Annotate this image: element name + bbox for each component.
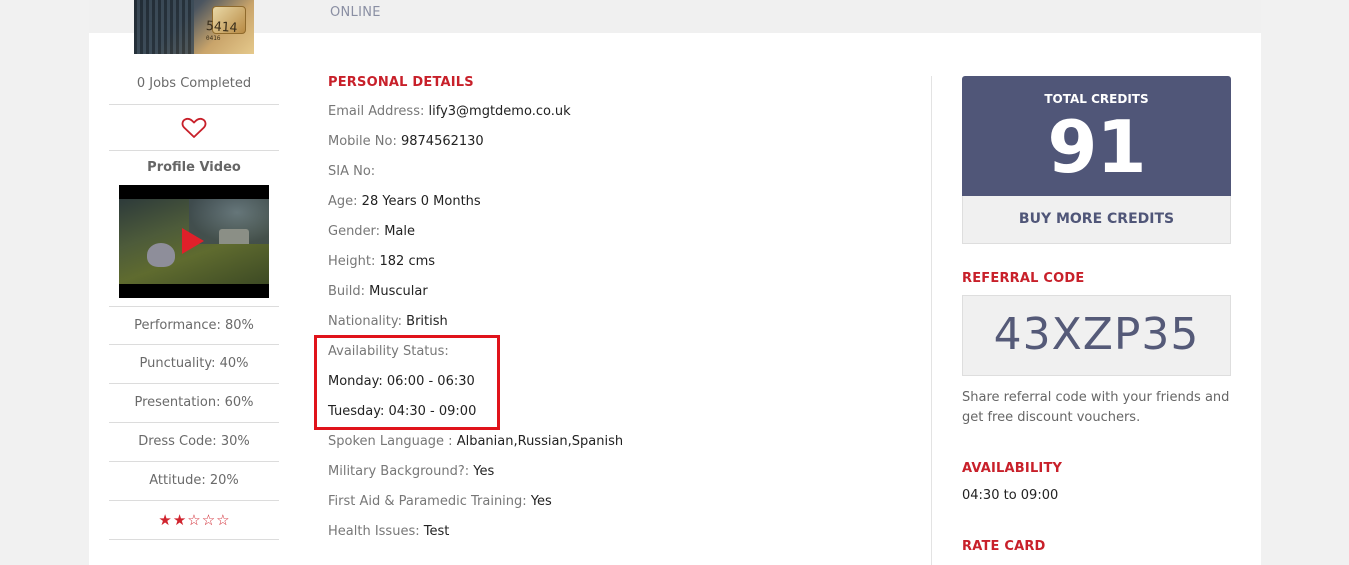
avatar-card-sub: 0416 [206, 35, 221, 42]
build-value: Muscular [369, 284, 428, 299]
military-value: Yes [473, 464, 495, 479]
health-label: Health Issues: [328, 524, 420, 539]
heart-icon [181, 117, 207, 138]
detail-military: Military Background?: Yes [328, 464, 494, 479]
detail-language: Spoken Language : Albanian,Russian,Spani… [328, 434, 623, 449]
detail-availability: Availability Status: [328, 344, 449, 359]
nationality-label: Nationality: [328, 314, 403, 329]
star-rating: ★ ★ ☆ ☆ ☆ [109, 501, 279, 540]
rating-presentation: Presentation: 60% [109, 384, 279, 423]
detail-age: Age: 28 Years 0 Months [328, 194, 481, 209]
email-label: Email Address: [328, 104, 425, 119]
gender-label: Gender: [328, 224, 381, 239]
rating-performance: Performance: 80% [109, 306, 279, 345]
play-icon[interactable] [182, 228, 204, 254]
profile-avatar: 5414 0416 [134, 0, 254, 54]
detail-first-aid: First Aid & Paramedic Training: Yes [328, 494, 552, 509]
nationality-value: British [406, 314, 448, 329]
availability-monday: Monday: 06:00 - 06:30 [328, 374, 475, 389]
mobile-label: Mobile No: [328, 134, 397, 149]
personal-details-title: PERSONAL DETAILS [328, 75, 474, 90]
rating-dress-code: Dress Code: 30% [109, 423, 279, 462]
total-credits-label: TOTAL CREDITS [1044, 92, 1149, 106]
language-value: Albanian,Russian,Spanish [456, 434, 624, 449]
first-aid-label: First Aid & Paramedic Training: [328, 494, 527, 509]
age-label: Age: [328, 194, 358, 209]
profile-video-title: Profile Video [147, 160, 241, 175]
availability-status-label: Availability Status: [328, 344, 449, 359]
referral-note: Share referral code with your friends an… [962, 390, 1230, 425]
favorite-button[interactable] [109, 105, 279, 151]
mobile-value: 9874562130 [400, 134, 484, 149]
profile-sidebar: 0 Jobs Completed [109, 64, 279, 151]
star-icon-5: ☆ [216, 510, 230, 529]
total-credits-value: 91 [1047, 105, 1146, 189]
build-label: Build: [328, 284, 366, 299]
star-icon-4: ☆ [201, 510, 216, 529]
detail-height: Height: 182 cms [328, 254, 435, 269]
online-status: ONLINE [330, 5, 381, 20]
availability-title: AVAILABILITY [962, 461, 1063, 476]
detail-sia: SIA No: [328, 164, 375, 179]
referral-code-value: 43XZP35 [962, 295, 1231, 376]
star-icon-1: ★ [158, 510, 172, 529]
height-value: 182 cms [379, 254, 436, 269]
ratings-list: Performance: 80% Punctuality: 40% Presen… [109, 306, 279, 540]
rate-card-title: RATE CARD [962, 539, 1046, 554]
first-aid-value: Yes [530, 494, 552, 509]
health-value: Test [423, 524, 450, 539]
jobs-completed: 0 Jobs Completed [109, 64, 279, 105]
detail-email: Email Address: lify3@mgtdemo.co.uk [328, 104, 571, 119]
profile-video-player[interactable] [119, 185, 269, 298]
buy-more-credits-button[interactable]: BUY MORE CREDITS [962, 196, 1231, 244]
availability-tuesday-value: Tuesday: 04:30 - 09:00 [328, 404, 477, 419]
military-label: Military Background?: [328, 464, 470, 479]
availability-monday-value: Monday: 06:00 - 06:30 [328, 374, 475, 389]
email-value: lify3@mgtdemo.co.uk [428, 104, 571, 119]
avatar-card-digits: 5414 [205, 18, 238, 37]
video-scene-creature [147, 243, 175, 267]
detail-build: Build: Muscular [328, 284, 428, 299]
card-header: ONLINE [89, 0, 1261, 33]
availability-tuesday: Tuesday: 04:30 - 09:00 [328, 404, 476, 419]
gender-value: Male [384, 224, 415, 239]
video-scene-rock [219, 229, 249, 244]
detail-mobile: Mobile No: 9874562130 [328, 134, 484, 149]
rating-attitude: Attitude: 20% [109, 462, 279, 501]
star-icon-3: ☆ [187, 510, 201, 529]
availability-value: 04:30 to 09:00 [962, 488, 1059, 503]
sia-label: SIA No: [328, 164, 376, 179]
detail-gender: Gender: Male [328, 224, 415, 239]
column-divider [931, 76, 932, 565]
avatar-circuit [134, 0, 194, 54]
rating-punctuality: Punctuality: 40% [109, 345, 279, 384]
referral-code-title: REFERRAL CODE [962, 271, 1085, 286]
height-label: Height: [328, 254, 376, 269]
detail-nationality: Nationality: British [328, 314, 448, 329]
star-icon-2: ★ [172, 510, 187, 529]
detail-health: Health Issues: Test [328, 524, 449, 539]
language-label: Spoken Language : [328, 434, 453, 449]
age-value: 28 Years 0 Months [361, 194, 481, 209]
total-credits-panel: TOTAL CREDITS 91 [962, 76, 1231, 196]
